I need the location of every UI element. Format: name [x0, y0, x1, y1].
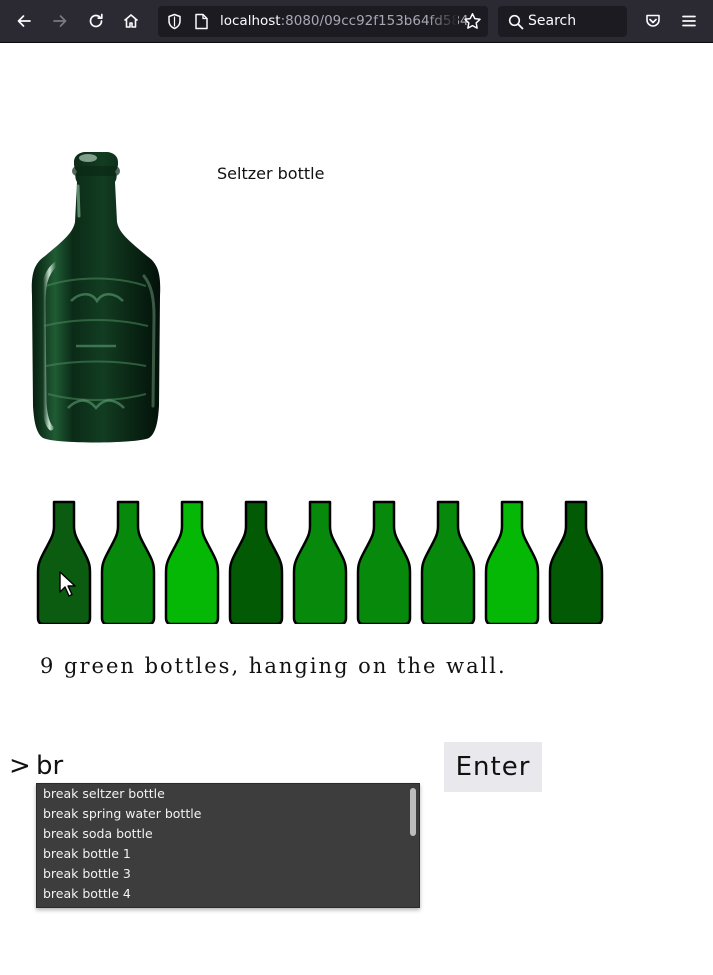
- autocomplete-item[interactable]: break soda bottle: [37, 826, 405, 846]
- bookmark-star-icon[interactable]: [463, 12, 482, 31]
- status-line: 9 green bottles, hanging on the wall.: [40, 654, 507, 678]
- prompt-symbol: >: [9, 751, 31, 781]
- enter-button[interactable]: Enter: [444, 742, 542, 792]
- autocomplete-item[interactable]: break bottle 1: [37, 846, 405, 866]
- forward-arrow-icon: [53, 15, 67, 27]
- green-bottle[interactable]: [420, 500, 476, 624]
- item-title: Seltzer bottle: [217, 164, 325, 183]
- autocomplete-item[interactable]: break bottle 4: [37, 886, 405, 906]
- search-icon: [508, 14, 524, 30]
- green-bottles-row: [36, 500, 616, 624]
- command-input[interactable]: [36, 748, 416, 784]
- search-placeholder: Search: [528, 13, 577, 29]
- green-bottle[interactable]: [548, 500, 604, 624]
- reload-button[interactable]: [81, 6, 111, 36]
- green-bottle[interactable]: [164, 500, 220, 624]
- forward-button[interactable]: [45, 6, 75, 36]
- green-bottle[interactable]: [36, 500, 92, 624]
- home-icon: [123, 14, 139, 28]
- green-bottle[interactable]: [356, 500, 412, 624]
- pocket-icon: [646, 14, 660, 27]
- back-arrow-icon: [17, 15, 31, 27]
- autocomplete-item[interactable]: break bottle 3: [37, 866, 405, 886]
- mouse-cursor-icon: [59, 571, 76, 597]
- scrollbar-thumb[interactable]: [410, 788, 416, 836]
- tracking-shield-icon[interactable]: [166, 13, 183, 30]
- autocomplete-item[interactable]: break spring water bottle: [37, 806, 405, 826]
- autocomplete-scrollbar[interactable]: [409, 787, 417, 906]
- autocomplete-list: break seltzer bottle break spring water b…: [37, 786, 405, 906]
- back-button[interactable]: [9, 6, 39, 36]
- seltzer-bottle-image: [31, 152, 161, 443]
- green-bottle[interactable]: [292, 500, 348, 624]
- autocomplete-item[interactable]: break seltzer bottle: [37, 786, 405, 806]
- home-button[interactable]: [116, 6, 146, 36]
- hamburger-menu-icon: [682, 15, 696, 27]
- pocket-button[interactable]: [638, 6, 668, 36]
- app-menu-button[interactable]: [674, 6, 704, 36]
- url-fade: [428, 6, 458, 37]
- reload-icon: [89, 13, 103, 28]
- green-bottle[interactable]: [228, 500, 284, 624]
- url-bar[interactable]: localhost:8080/09cc92f153b64fd584: [158, 6, 488, 37]
- green-bottle[interactable]: [100, 500, 156, 624]
- search-box[interactable]: Search: [498, 6, 627, 37]
- green-bottle[interactable]: [484, 500, 540, 624]
- url-host: localhost: [220, 13, 281, 29]
- autocomplete-dropdown: break seltzer bottle break spring water b…: [36, 783, 420, 908]
- page-info-icon[interactable]: [194, 13, 209, 30]
- browser-toolbar: localhost:8080/09cc92f153b64fd584 Search: [0, 0, 713, 43]
